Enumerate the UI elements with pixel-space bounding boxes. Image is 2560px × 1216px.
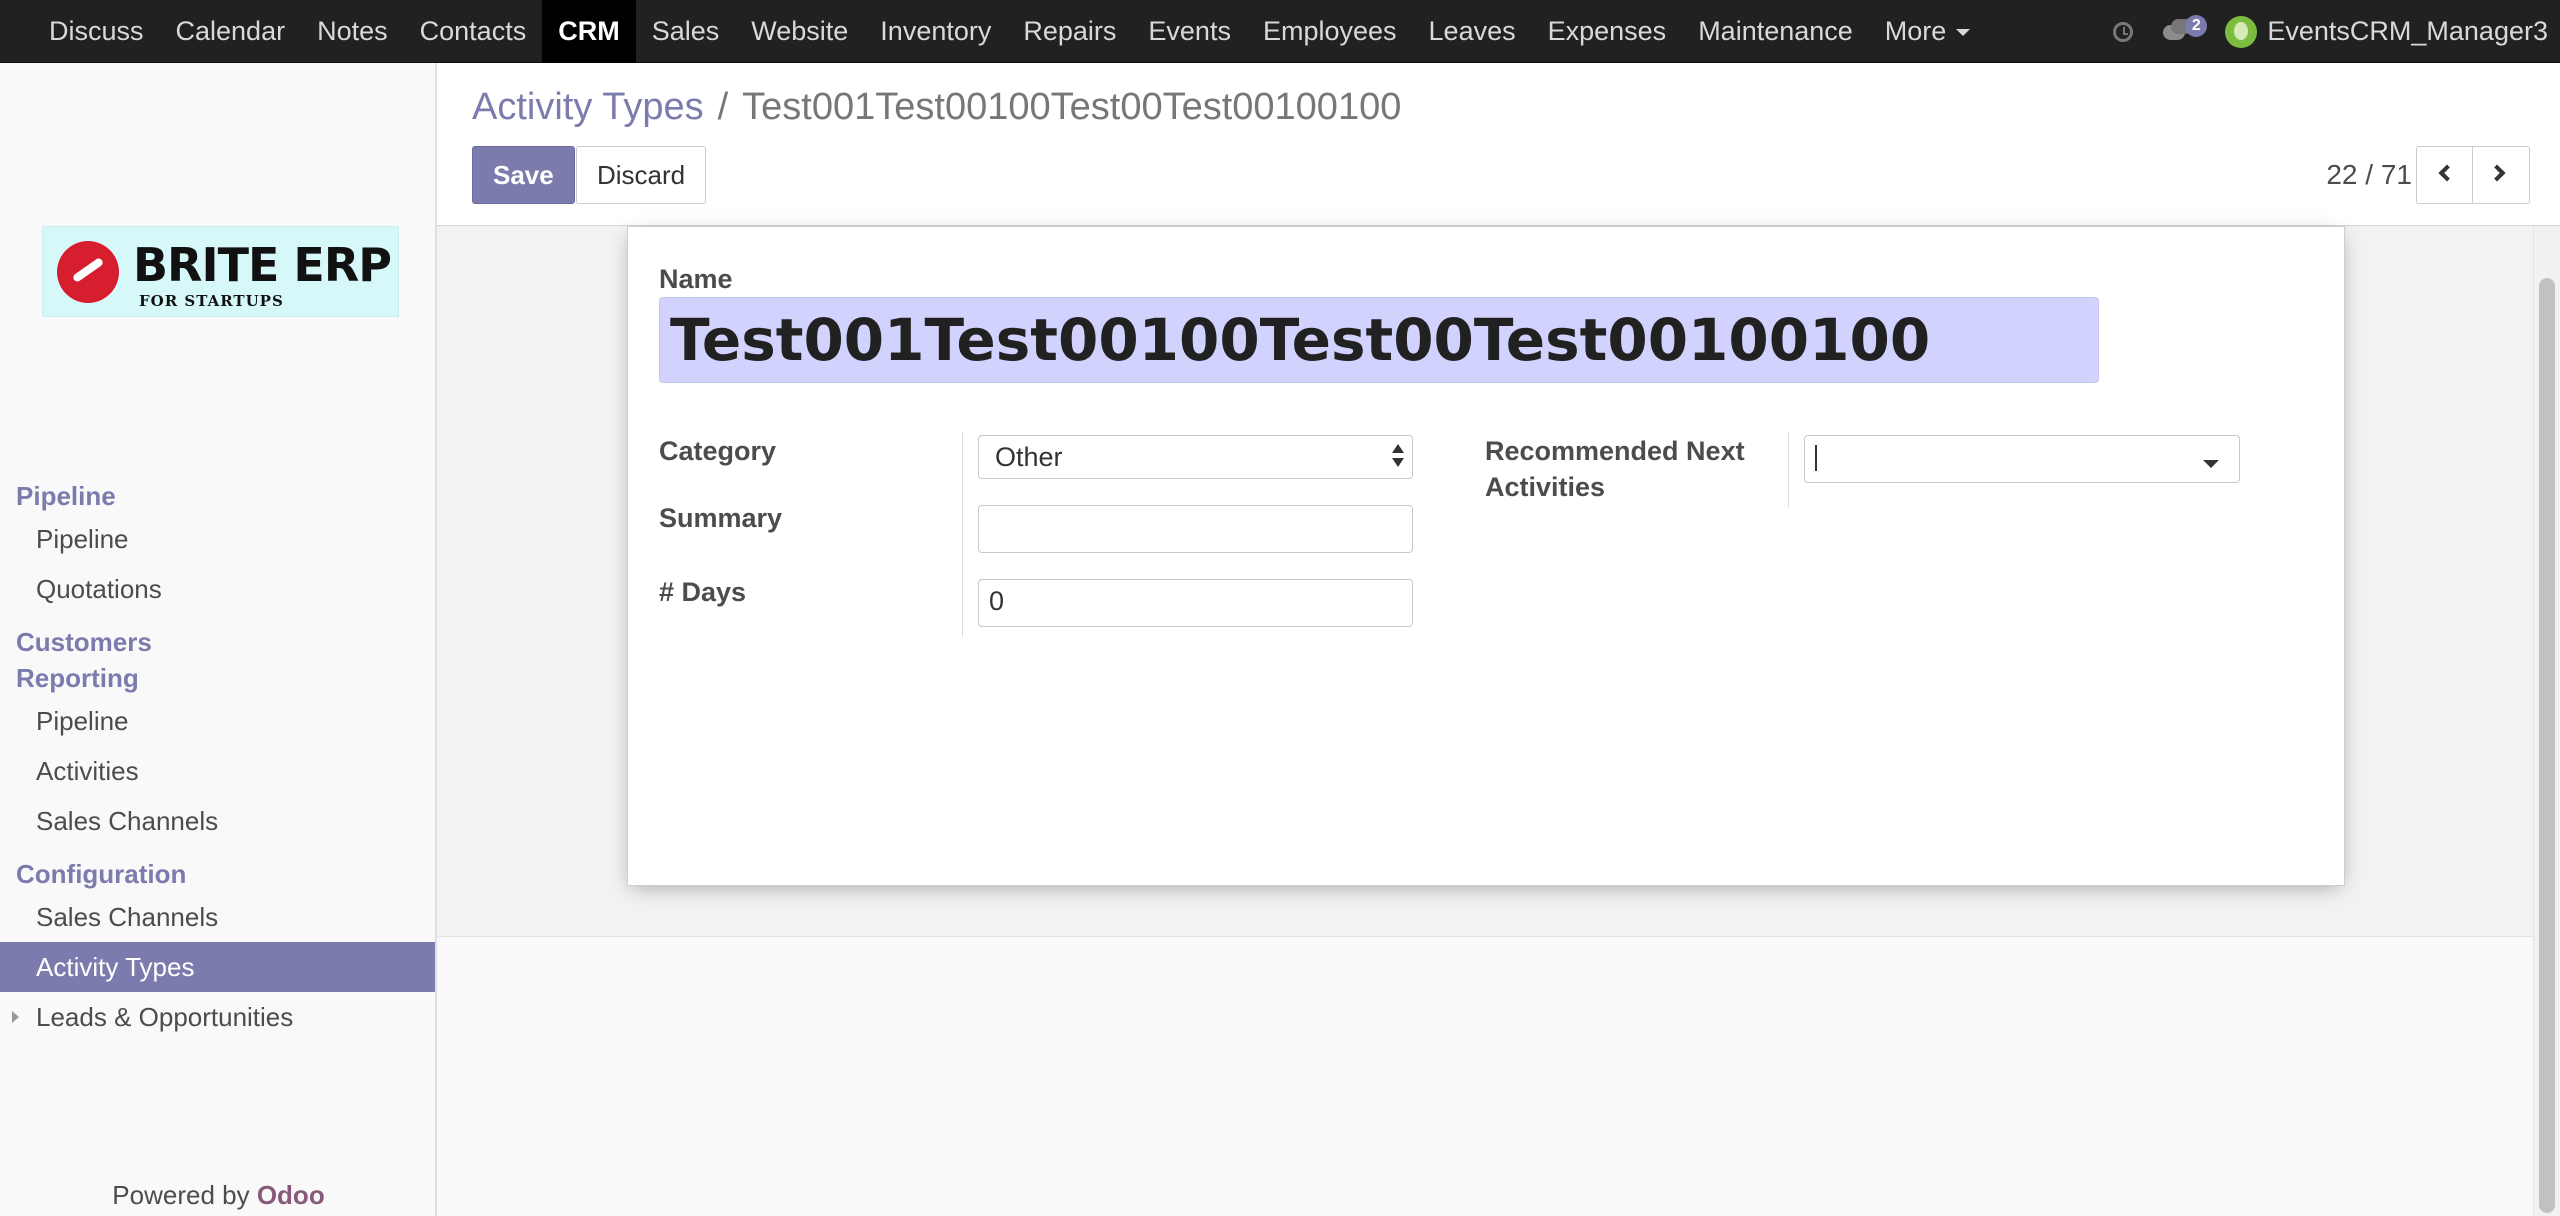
- select-arrows-icon: [1392, 444, 1404, 470]
- app-inventory[interactable]: Inventory: [864, 0, 1007, 63]
- logo-tagline: FOR STARTUPS: [139, 292, 284, 310]
- app-repairs[interactable]: Repairs: [1007, 0, 1132, 63]
- recommended-next-activities-input[interactable]: [1804, 435, 2240, 483]
- app-calendar[interactable]: Calendar: [160, 0, 302, 63]
- summary-input[interactable]: [978, 505, 1413, 553]
- dropdown-caret-icon[interactable]: [2203, 460, 2219, 468]
- days-label: # Days: [659, 577, 747, 607]
- logo-brand-text: BRITE ERP: [133, 238, 392, 292]
- powered-by-text: Powered by: [112, 1180, 250, 1210]
- text-cursor: [1815, 445, 1817, 471]
- control-panel: Activity Types / Test001Test00100Test00Tes…: [437, 63, 2560, 226]
- category-selected-value: Other: [995, 442, 1063, 472]
- discard-button[interactable]: Discard: [576, 146, 707, 204]
- recommended-label-line2: Activities: [1485, 472, 1606, 502]
- scrollbar[interactable]: [2533, 226, 2560, 1216]
- app-expenses[interactable]: Expenses: [1532, 0, 1683, 63]
- app-menu: Discuss Calendar Notes Contacts CRM Sale…: [33, 0, 1986, 63]
- powered-by: Powered by Odoo: [0, 1180, 437, 1211]
- pager-next-button[interactable]: [2472, 146, 2530, 204]
- clock-icon[interactable]: [2113, 21, 2134, 42]
- breadcrumb-current: Test001Test00100Test00Test00100100: [742, 86, 1402, 128]
- sidebar-section-configuration: Configuration: [16, 859, 187, 889]
- systray: 2 EventsCRM_Manager3: [2113, 0, 2560, 63]
- breadcrumb-separator: /: [717, 86, 729, 128]
- sidebar: BRITE ERP FOR STARTUPS Pipeline Pipeline…: [0, 63, 437, 1216]
- sidebar-item-config-sales-channels[interactable]: Sales Channels: [0, 892, 435, 942]
- breadcrumb: Activity Types / Test001Test00100Test00Tes…: [472, 85, 1401, 129]
- app-sales[interactable]: Sales: [636, 0, 736, 63]
- name-label: Name: [659, 264, 733, 294]
- scrollbar-thumb[interactable]: [2539, 278, 2555, 1213]
- more-label: More: [1884, 16, 1947, 46]
- sidebar-item-label: Leads & Opportunities: [36, 1002, 294, 1032]
- expand-triangle-icon: [12, 1011, 19, 1023]
- app-maintenance[interactable]: Maintenance: [1682, 0, 1869, 63]
- sidebar-item-activity-types[interactable]: Activity Types: [0, 942, 435, 992]
- recommended-label-line1: Recommended Next: [1485, 436, 1745, 466]
- company-logo: BRITE ERP FOR STARTUPS: [42, 226, 399, 317]
- group-separator: [962, 432, 963, 637]
- app-more-dropdown[interactable]: More: [1869, 0, 1987, 63]
- name-field[interactable]: Test001Test00100Test00Test00100100: [659, 297, 2099, 383]
- chevron-left-icon: [2438, 164, 2456, 182]
- caret-down-icon: [1956, 29, 1971, 37]
- app-notes[interactable]: Notes: [301, 0, 404, 63]
- user-avatar[interactable]: [2225, 15, 2258, 48]
- user-menu[interactable]: EventsCRM_Manager3: [2267, 16, 2548, 47]
- category-select[interactable]: Other: [978, 435, 1413, 479]
- app-crm[interactable]: CRM: [542, 0, 636, 63]
- form-sheet: Name Test001Test00100Test00Test00100100 …: [627, 226, 2345, 886]
- app-events[interactable]: Events: [1132, 0, 1247, 63]
- app-website[interactable]: Website: [735, 0, 864, 63]
- app-leaves[interactable]: Leaves: [1413, 0, 1532, 63]
- recommended-next-activities-label: Recommended Next Activities: [1485, 433, 1745, 505]
- logo-mark-icon: [57, 241, 119, 303]
- odoo-link[interactable]: Odoo: [257, 1180, 325, 1210]
- group-separator-right: [1788, 432, 1789, 507]
- message-count-badge: 2: [2185, 14, 2208, 37]
- sidebar-item-reporting-sales-channels[interactable]: Sales Channels: [0, 796, 435, 846]
- category-label: Category: [659, 436, 777, 466]
- app-discuss[interactable]: Discuss: [33, 0, 160, 63]
- sidebar-item-activities[interactable]: Activities: [0, 746, 435, 796]
- sidebar-item-reporting-pipeline[interactable]: Pipeline: [0, 696, 435, 746]
- days-input[interactable]: 0: [978, 579, 1413, 627]
- sidebar-item-pipeline[interactable]: Pipeline: [0, 514, 435, 564]
- sidebar-item-leads-opportunities[interactable]: Leads & Opportunities: [0, 992, 435, 1042]
- breadcrumb-parent-link[interactable]: Activity Types: [472, 86, 704, 128]
- messaging-icon[interactable]: 2: [2163, 14, 2208, 47]
- summary-label: Summary: [659, 503, 783, 533]
- sidebar-menu: Pipeline Pipeline Quotations Customers R…: [0, 468, 435, 1042]
- app-contacts[interactable]: Contacts: [404, 0, 543, 63]
- chevron-right-icon: [2488, 164, 2506, 182]
- pager-previous-button[interactable]: [2416, 146, 2474, 204]
- app-employees[interactable]: Employees: [1247, 0, 1413, 63]
- sidebar-item-quotations[interactable]: Quotations: [0, 564, 435, 614]
- sidebar-section-customers-reporting: Customers Reporting: [16, 627, 152, 693]
- top-navbar: Discuss Calendar Notes Contacts CRM Sale…: [0, 0, 2560, 63]
- save-button[interactable]: Save: [472, 146, 575, 204]
- pager-value: 22 / 71: [2326, 159, 2412, 190]
- sidebar-section-pipeline: Pipeline: [16, 481, 116, 511]
